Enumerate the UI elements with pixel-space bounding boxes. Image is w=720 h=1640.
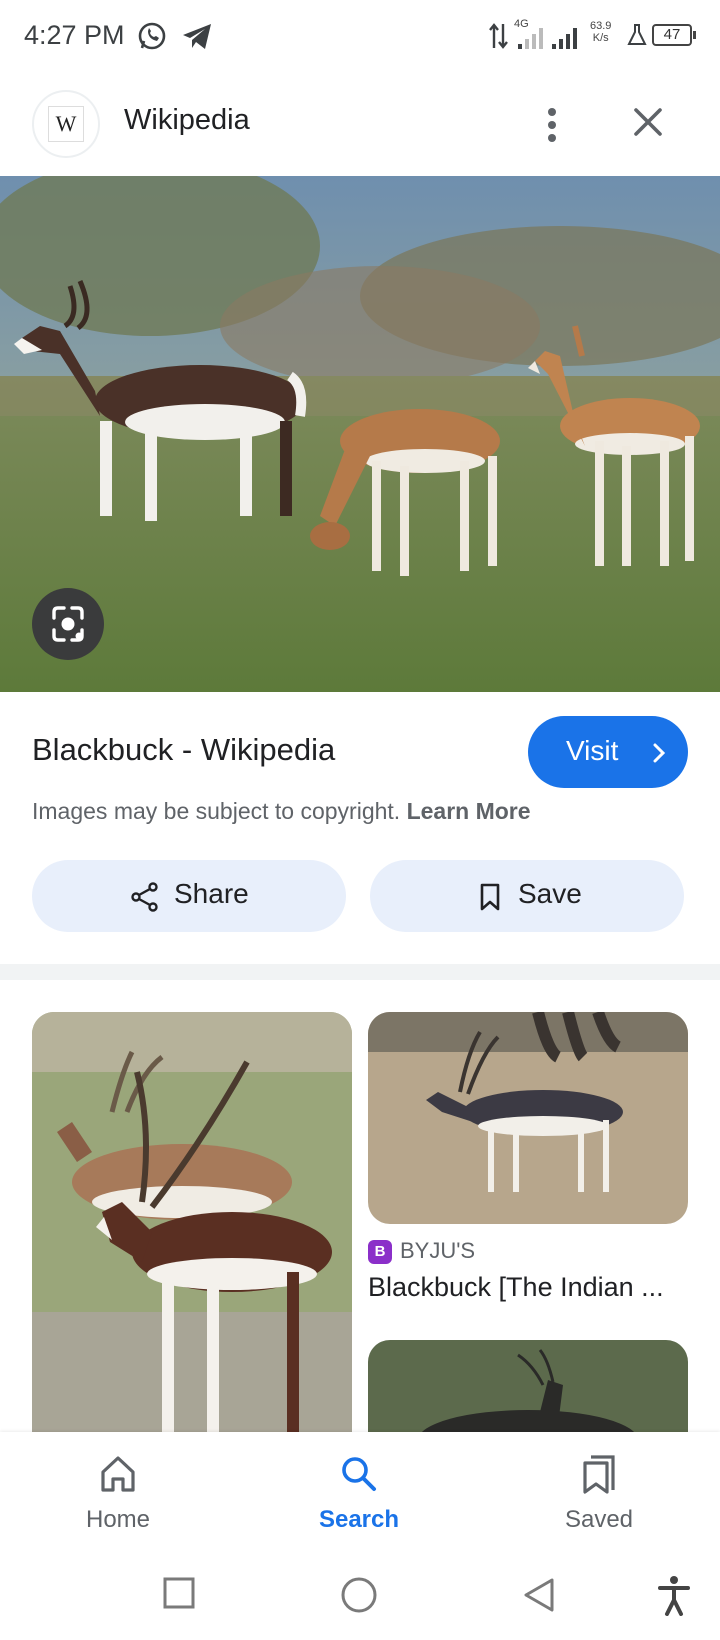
- close-button[interactable]: [624, 94, 672, 150]
- visit-label: Visit: [566, 735, 619, 766]
- nav-saved[interactable]: Saved: [519, 1432, 679, 1556]
- back-button[interactable]: [522, 1576, 556, 1619]
- chevron-right-icon: [653, 743, 666, 763]
- share-icon: [131, 882, 158, 912]
- copyright-text: Images may be subject to copyright.: [32, 798, 401, 824]
- nav-search-label: Search: [318, 1506, 400, 1533]
- signal-icon-1: [516, 24, 550, 55]
- section-divider: [0, 964, 720, 980]
- blackbuck-walking-photo: [368, 1012, 688, 1224]
- network-speed: 63.9 K/s: [590, 20, 611, 44]
- system-navigation-bar: [0, 1556, 720, 1640]
- whatsapp-icon: [136, 20, 168, 57]
- nav-home-label: Home: [85, 1506, 151, 1533]
- lens-icon: [52, 606, 84, 642]
- wikipedia-logo-icon: W: [48, 106, 84, 142]
- recents-square-icon: [163, 1577, 195, 1609]
- main-image[interactable]: [0, 176, 720, 692]
- visit-button[interactable]: Visit: [528, 716, 688, 788]
- nav-saved-label: Saved: [564, 1506, 634, 1533]
- related-result-title[interactable]: Blackbuck [The Indian ...: [368, 1272, 688, 1303]
- data-arrows-icon: [488, 22, 510, 55]
- close-icon: [634, 108, 662, 136]
- bottom-navigation: Home Search Saved: [0, 1432, 720, 1556]
- save-label: Save: [518, 878, 582, 909]
- recents-button[interactable]: [162, 1576, 196, 1615]
- site-name: Wikipedia: [124, 104, 250, 136]
- battery-indicator: 47: [652, 24, 696, 46]
- related-image[interactable]: [368, 1012, 688, 1224]
- status-time: 4:27 PM: [24, 20, 125, 50]
- share-button[interactable]: Share: [32, 860, 346, 932]
- source-name: BYJU'S: [400, 1238, 476, 1263]
- home-system-button[interactable]: [340, 1576, 378, 1619]
- home-circle-icon: [341, 1577, 377, 1613]
- source-header: W Wikipedia: [0, 72, 720, 176]
- status-bar: 4:27 PM 4G 63.9 K/s 47: [0, 0, 720, 72]
- copyright-notice: Images may be subject to copyright. Lear…: [32, 798, 531, 825]
- more-vert-icon: [548, 108, 556, 142]
- blackbuck-photo: [0, 176, 720, 692]
- share-label: Share: [174, 878, 249, 909]
- speed-unit: K/s: [592, 32, 609, 44]
- accessibility-button[interactable]: [656, 1574, 692, 1621]
- search-icon: [342, 1457, 376, 1491]
- signal-icon-2: [550, 24, 584, 55]
- learn-more-link[interactable]: Learn More: [407, 798, 531, 824]
- byjus-favicon-icon: B: [368, 1240, 392, 1264]
- save-button[interactable]: Save: [370, 860, 684, 932]
- accessibility-icon: [658, 1576, 690, 1616]
- more-options-button[interactable]: [528, 92, 576, 156]
- google-lens-button[interactable]: [32, 588, 104, 660]
- nav-search[interactable]: Search: [279, 1432, 439, 1556]
- back-triangle-icon: [524, 1578, 554, 1612]
- saved-collections-icon: [583, 1455, 615, 1494]
- result-title: Blackbuck - Wikipedia: [32, 732, 336, 767]
- nav-home[interactable]: Home: [38, 1432, 198, 1556]
- home-icon: [101, 1456, 135, 1492]
- flask-icon: [626, 22, 648, 53]
- related-image[interactable]: [32, 1012, 352, 1452]
- blackbuck-pair-photo: [32, 1012, 352, 1452]
- speed-value: 63.9: [590, 20, 612, 32]
- site-logo[interactable]: W: [32, 90, 100, 158]
- bookmark-icon: [480, 883, 500, 911]
- telegram-icon: [180, 20, 214, 57]
